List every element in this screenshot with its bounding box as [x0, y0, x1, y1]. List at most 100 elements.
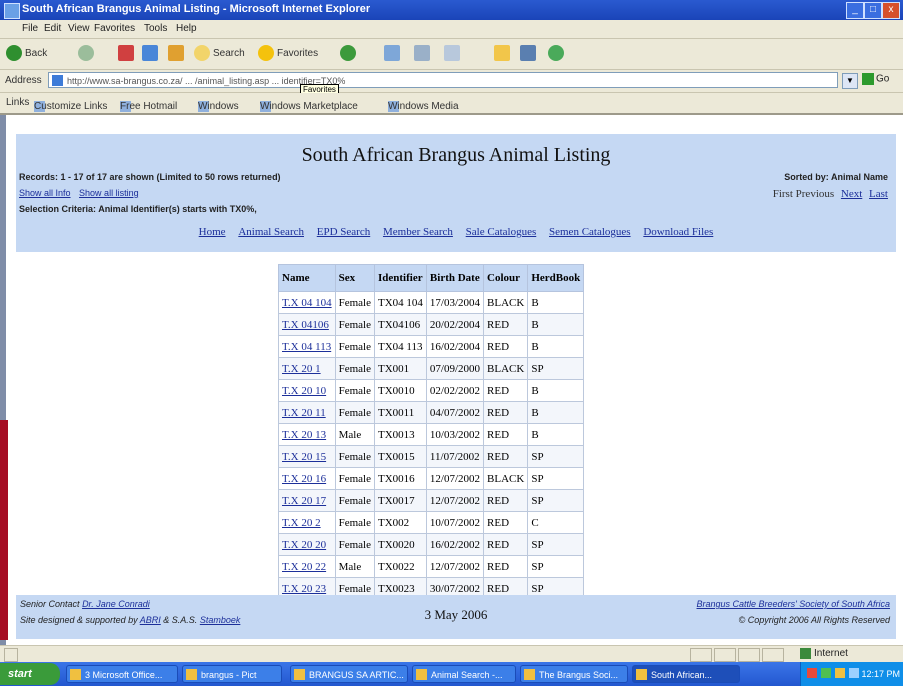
- footer-society: Brangus Cattle Breeders' Society of Sout…: [697, 599, 890, 609]
- tray-icon[interactable]: [849, 668, 859, 678]
- taskbar-item[interactable]: BRANGUS SA ARTIC...: [290, 665, 408, 683]
- pager-previous: Previous: [795, 188, 835, 200]
- cell-identifier: TX0015: [374, 445, 427, 468]
- cell-herdbook: SP: [527, 533, 585, 556]
- menu-edit[interactable]: Edit: [44, 23, 61, 34]
- animal-name-link[interactable]: T.X 20 22: [282, 561, 326, 573]
- mail-button[interactable]: [384, 45, 403, 63]
- address-input[interactable]: http://www.sa-brangus.co.za/ ... /animal…: [48, 72, 838, 88]
- table-row: T.X 04106 Female TX04106 20/02/2004 RED B: [278, 313, 585, 336]
- table-body: T.X 04 104 Female TX04 104 17/03/2004 BLACK B…: [278, 291, 585, 622]
- cell-name: T.X 20 1: [278, 357, 336, 380]
- show-links: Show all Info Show all listing: [19, 188, 145, 198]
- cell-colour: RED: [483, 379, 529, 402]
- animal-name-link[interactable]: T.X 20 23: [282, 583, 326, 595]
- nav-sale-catalogues[interactable]: Sale Catalogues: [466, 226, 537, 238]
- menu-file[interactable]: File: [22, 23, 38, 34]
- society-link[interactable]: Brangus Cattle Breeders' Society of Sout…: [697, 599, 890, 609]
- table-row: T.X 20 11 Female TX0011 04/07/2002 RED B: [278, 401, 585, 424]
- cell-identifier: TX0022: [374, 555, 427, 578]
- tray-icon[interactable]: [821, 668, 831, 678]
- animal-name-link[interactable]: T.X 20 20: [282, 539, 326, 551]
- research-button[interactable]: [520, 45, 539, 63]
- col-header-birth-date: Birth Date: [425, 264, 485, 292]
- cell-colour: RED: [483, 401, 529, 424]
- tray-icon[interactable]: [835, 668, 845, 678]
- favorites-button[interactable]: Favorites: [258, 45, 318, 63]
- taskbar-item[interactable]: Animal Search -...: [412, 665, 516, 683]
- nav-epd-search[interactable]: EPD Search: [317, 226, 370, 238]
- address-dropdown-button[interactable]: ▼: [842, 73, 858, 89]
- refresh-button[interactable]: [142, 45, 161, 63]
- taskbar-item[interactable]: The Brangus Soci...: [520, 665, 628, 683]
- cell-sex: Female: [334, 401, 376, 424]
- show-all-listing-link[interactable]: Show all listing: [79, 188, 139, 198]
- taskbar-item[interactable]: 3 Microsoft Office...: [66, 665, 178, 683]
- window-title-bar[interactable]: South African Brangus Animal Listing - M…: [0, 0, 903, 20]
- home-button[interactable]: [168, 45, 187, 63]
- menu-bar: File Edit View Favorites Tools Help: [0, 20, 903, 39]
- animal-name-link[interactable]: T.X 20 2: [282, 517, 321, 529]
- messenger-button[interactable]: [548, 45, 567, 63]
- minimize-button[interactable]: _: [846, 2, 864, 19]
- close-button[interactable]: x: [882, 2, 900, 19]
- nav-semen-catalogues[interactable]: Semen Catalogues: [549, 226, 631, 238]
- go-button[interactable]: Go: [862, 73, 889, 85]
- col-header-sex: Sex: [334, 264, 376, 292]
- tray-icon[interactable]: [807, 668, 817, 678]
- search-icon: [194, 45, 210, 62]
- cell-name: T.X 04 113: [278, 335, 336, 358]
- animal-name-link[interactable]: T.X 20 16: [282, 473, 326, 485]
- cell-herdbook: B: [527, 423, 585, 446]
- cell-colour: BLACK: [483, 467, 529, 490]
- animal-name-link[interactable]: T.X 04 104: [282, 297, 332, 309]
- search-button[interactable]: Search: [194, 45, 245, 63]
- animal-name-link[interactable]: T.X 20 15: [282, 451, 326, 463]
- status-bar: Internet: [0, 645, 903, 663]
- pager-next-link[interactable]: Next: [841, 188, 862, 200]
- nav-member-search[interactable]: Member Search: [383, 226, 453, 238]
- table-row: T.X 04 104 Female TX04 104 17/03/2004 BLACK B: [278, 291, 585, 314]
- animal-name-link[interactable]: T.X 20 10: [282, 385, 326, 397]
- site-nav: Home Animal Search EPD Search Member Sea…: [16, 226, 896, 238]
- nav-home[interactable]: Home: [199, 226, 226, 238]
- cell-sex: Female: [334, 379, 376, 402]
- menu-tools[interactable]: Tools: [144, 23, 167, 34]
- cell-name: T.X 20 10: [278, 379, 336, 402]
- taskbar-item-active[interactable]: South African...: [632, 665, 740, 683]
- pager-last-link[interactable]: Last: [869, 188, 888, 200]
- start-button[interactable]: start: [0, 663, 60, 685]
- system-tray: 12:17 PM: [800, 662, 903, 686]
- animal-name-link[interactable]: T.X 20 17: [282, 495, 326, 507]
- animal-name-link[interactable]: T.X 04 113: [282, 341, 331, 353]
- page-content: South African Brangus Animal Listing Rec…: [0, 115, 903, 645]
- back-button[interactable]: Back: [6, 45, 47, 63]
- folder-button[interactable]: [494, 45, 513, 63]
- forward-button[interactable]: [78, 45, 97, 63]
- taskbar-item[interactable]: brangus - Pict: [182, 665, 282, 683]
- animal-name-link[interactable]: T.X 20 1: [282, 363, 321, 375]
- animal-name-link[interactable]: T.X 20 13: [282, 429, 326, 441]
- maximize-button[interactable]: □: [864, 2, 882, 19]
- cell-colour: RED: [483, 423, 529, 446]
- menu-favorites[interactable]: Favorites: [94, 23, 135, 34]
- col-header-herdbook: HerdBook: [527, 264, 585, 292]
- standard-toolbar: Back Search Favorites: [0, 39, 903, 70]
- print-icon: [414, 45, 430, 62]
- nav-download-files[interactable]: Download Files: [643, 226, 713, 238]
- table-row: T.X 20 1 Female TX001 07/09/2000 BLACK SP: [278, 357, 585, 380]
- show-all-info-link[interactable]: Show all Info: [19, 188, 71, 198]
- animal-name-link[interactable]: T.X 04106: [282, 319, 329, 331]
- cell-birth-date: 11/07/2002: [425, 445, 485, 468]
- edit-button[interactable]: [444, 45, 463, 63]
- print-button[interactable]: [414, 45, 433, 63]
- clock: 12:17 PM: [861, 669, 900, 679]
- cell-sex: Female: [334, 489, 376, 512]
- cell-birth-date: 10/07/2002: [425, 511, 485, 534]
- animal-name-link[interactable]: T.X 20 11: [282, 407, 326, 419]
- nav-animal-search[interactable]: Animal Search: [238, 226, 304, 238]
- history-button[interactable]: [340, 45, 359, 63]
- menu-help[interactable]: Help: [176, 23, 197, 34]
- menu-view[interactable]: View: [68, 23, 90, 34]
- stop-button[interactable]: [118, 45, 137, 63]
